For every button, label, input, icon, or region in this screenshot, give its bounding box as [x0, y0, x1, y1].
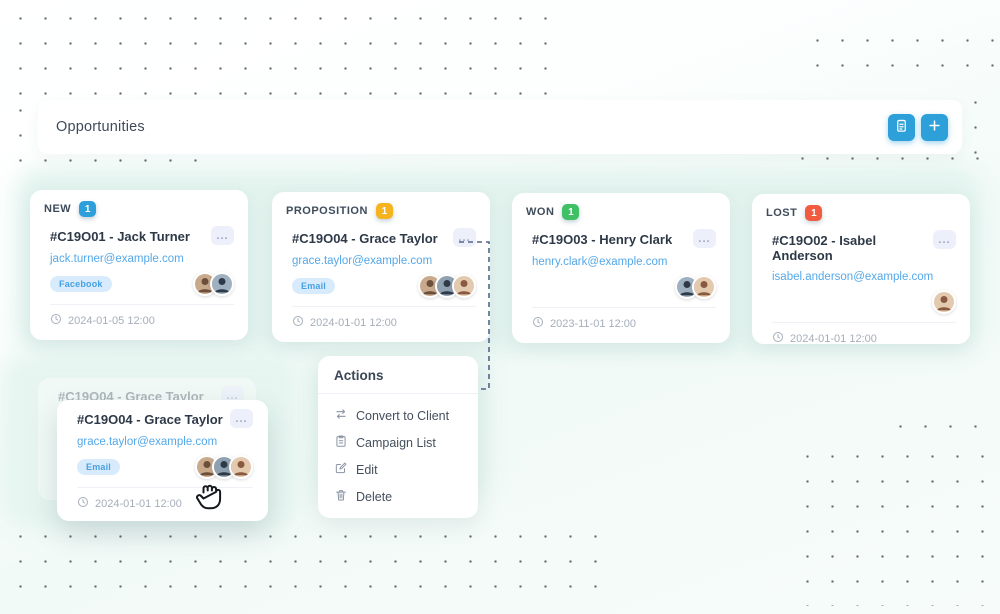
opportunities-board-page: Opportunities NEW 1 #C19O01 - Jack Turne…	[0, 0, 1000, 614]
dot-pattern	[795, 444, 995, 606]
clipboard-icon	[894, 118, 909, 136]
dot-pattern	[8, 524, 608, 604]
card-title: #C19O02 - Isabel Anderson	[772, 230, 933, 263]
avatar-stack	[195, 455, 253, 479]
avatar	[692, 275, 716, 299]
menu-item-campaign-list[interactable]: Campaign List	[318, 429, 478, 456]
clock-icon	[772, 331, 784, 346]
card-date: 2023-11-01 12:00	[550, 318, 636, 330]
dot-pattern	[8, 6, 553, 98]
card-email-link[interactable]: jack.turner@example.com	[50, 253, 234, 265]
opportunity-card[interactable]: #C19O02 - Isabel Anderson ... isabel.and…	[772, 230, 958, 346]
card-title: #C19O04 - Grace Taylor	[77, 409, 223, 427]
card-date-row: 2024-01-01 12:00	[292, 306, 476, 330]
campaign-list-icon	[334, 434, 348, 451]
dot-pattern	[805, 28, 995, 70]
avatar	[932, 290, 956, 314]
column-count-badge: 1	[376, 203, 393, 219]
column-header: NEW 1	[42, 201, 236, 217]
card-date: 2024-01-05 12:00	[68, 315, 155, 327]
delete-icon	[334, 488, 348, 505]
card-email-link[interactable]: grace.taylor@example.com	[77, 436, 253, 448]
card-menu-button[interactable]: ...	[453, 228, 476, 247]
card-date-row: 2023-11-01 12:00	[532, 307, 716, 331]
column-label: NEW	[44, 203, 71, 215]
column-proposition: PROPOSITION 1 #C19O04 - Grace Taylor ...…	[272, 192, 490, 342]
actions-menu-title: Actions	[318, 368, 478, 393]
opportunity-card[interactable]: #C19O04 - Grace Taylor ... grace.taylor@…	[292, 228, 478, 330]
card-date-row: 2024-01-05 12:00	[50, 304, 234, 328]
card-menu-button[interactable]: ...	[211, 226, 234, 245]
card-date-row: 2024-01-01 12:00	[772, 322, 956, 346]
opportunity-card[interactable]: #C19O03 - Henry Clark ... henry.clark@ex…	[532, 229, 718, 331]
column-label: LOST	[766, 207, 797, 219]
card-date-row: 2024-01-01 12:00	[77, 487, 253, 521]
column-count-badge: 1	[805, 205, 822, 221]
convert-icon	[334, 407, 348, 424]
source-tag: Email	[292, 278, 335, 294]
board-list-button[interactable]	[888, 114, 915, 141]
avatar	[452, 274, 476, 298]
edit-icon	[334, 461, 348, 478]
column-won: WON 1 #C19O03 - Henry Clark ... henry.cl…	[512, 193, 730, 343]
dot-pattern	[963, 90, 997, 154]
add-opportunity-button[interactable]	[921, 114, 948, 141]
avatar	[229, 455, 253, 479]
card-email-link[interactable]: isabel.anderson@example.com	[772, 271, 956, 283]
source-tag: Email	[77, 459, 120, 475]
menu-item-label: Convert to Client	[356, 409, 449, 423]
column-label: PROPOSITION	[286, 205, 368, 217]
menu-item-edit[interactable]: Edit	[318, 456, 478, 483]
clock-icon	[77, 496, 89, 511]
column-lost: LOST 1 #C19O02 - Isabel Anderson ... isa…	[752, 194, 970, 344]
menu-item-delete[interactable]: Delete	[318, 483, 478, 510]
card-menu-button[interactable]: ...	[933, 230, 956, 249]
card-title: #C19O04 - Grace Taylor	[292, 228, 438, 246]
header-actions	[888, 114, 948, 141]
card-date: 2024-01-01 12:00	[95, 498, 182, 510]
clock-icon	[50, 313, 62, 328]
card-title: #C19O01 - Jack Turner	[50, 226, 190, 244]
source-tag: Facebook	[50, 276, 112, 292]
card-date: 2024-01-01 12:00	[310, 317, 397, 329]
column-count-badge: 1	[562, 204, 579, 220]
menu-item-label: Edit	[356, 463, 378, 477]
opportunity-card[interactable]: #C19O01 - Jack Turner ... jack.turner@ex…	[50, 226, 236, 328]
page-header: Opportunities	[38, 100, 962, 154]
page-title: Opportunities	[56, 119, 145, 135]
menu-item-label: Delete	[356, 490, 392, 504]
card-email-link[interactable]: henry.clark@example.com	[532, 256, 716, 268]
column-label: WON	[526, 206, 554, 218]
plus-icon	[927, 118, 942, 136]
column-count-badge: 1	[79, 201, 96, 217]
avatar	[210, 272, 234, 296]
avatar-stack	[675, 275, 716, 299]
avatar-stack	[932, 290, 956, 314]
card-menu-button[interactable]: ...	[230, 409, 253, 428]
dot-pattern	[888, 414, 996, 448]
menu-item-convert-to-client[interactable]: Convert to Client	[318, 402, 478, 429]
card-title: #C19O03 - Henry Clark	[532, 229, 672, 247]
column-header: LOST 1	[764, 205, 958, 221]
card-email-link[interactable]: grace.taylor@example.com	[292, 255, 476, 267]
card-menu-button[interactable]: ...	[693, 229, 716, 248]
column-new: NEW 1 #C19O01 - Jack Turner ... jack.tur…	[30, 190, 248, 340]
dragged-opportunity-card[interactable]: #C19O04 - Grace Taylor ... grace.taylor@…	[57, 400, 268, 521]
actions-menu: Actions Convert to Client Campaign List …	[318, 356, 478, 518]
column-header: PROPOSITION 1	[284, 203, 478, 219]
clock-icon	[532, 316, 544, 331]
column-header: WON 1	[524, 204, 718, 220]
clock-icon	[292, 315, 304, 330]
avatar-stack	[418, 274, 476, 298]
menu-item-label: Campaign List	[356, 436, 436, 450]
card-date: 2024-01-01 12:00	[790, 333, 877, 345]
avatar-stack	[193, 272, 234, 296]
